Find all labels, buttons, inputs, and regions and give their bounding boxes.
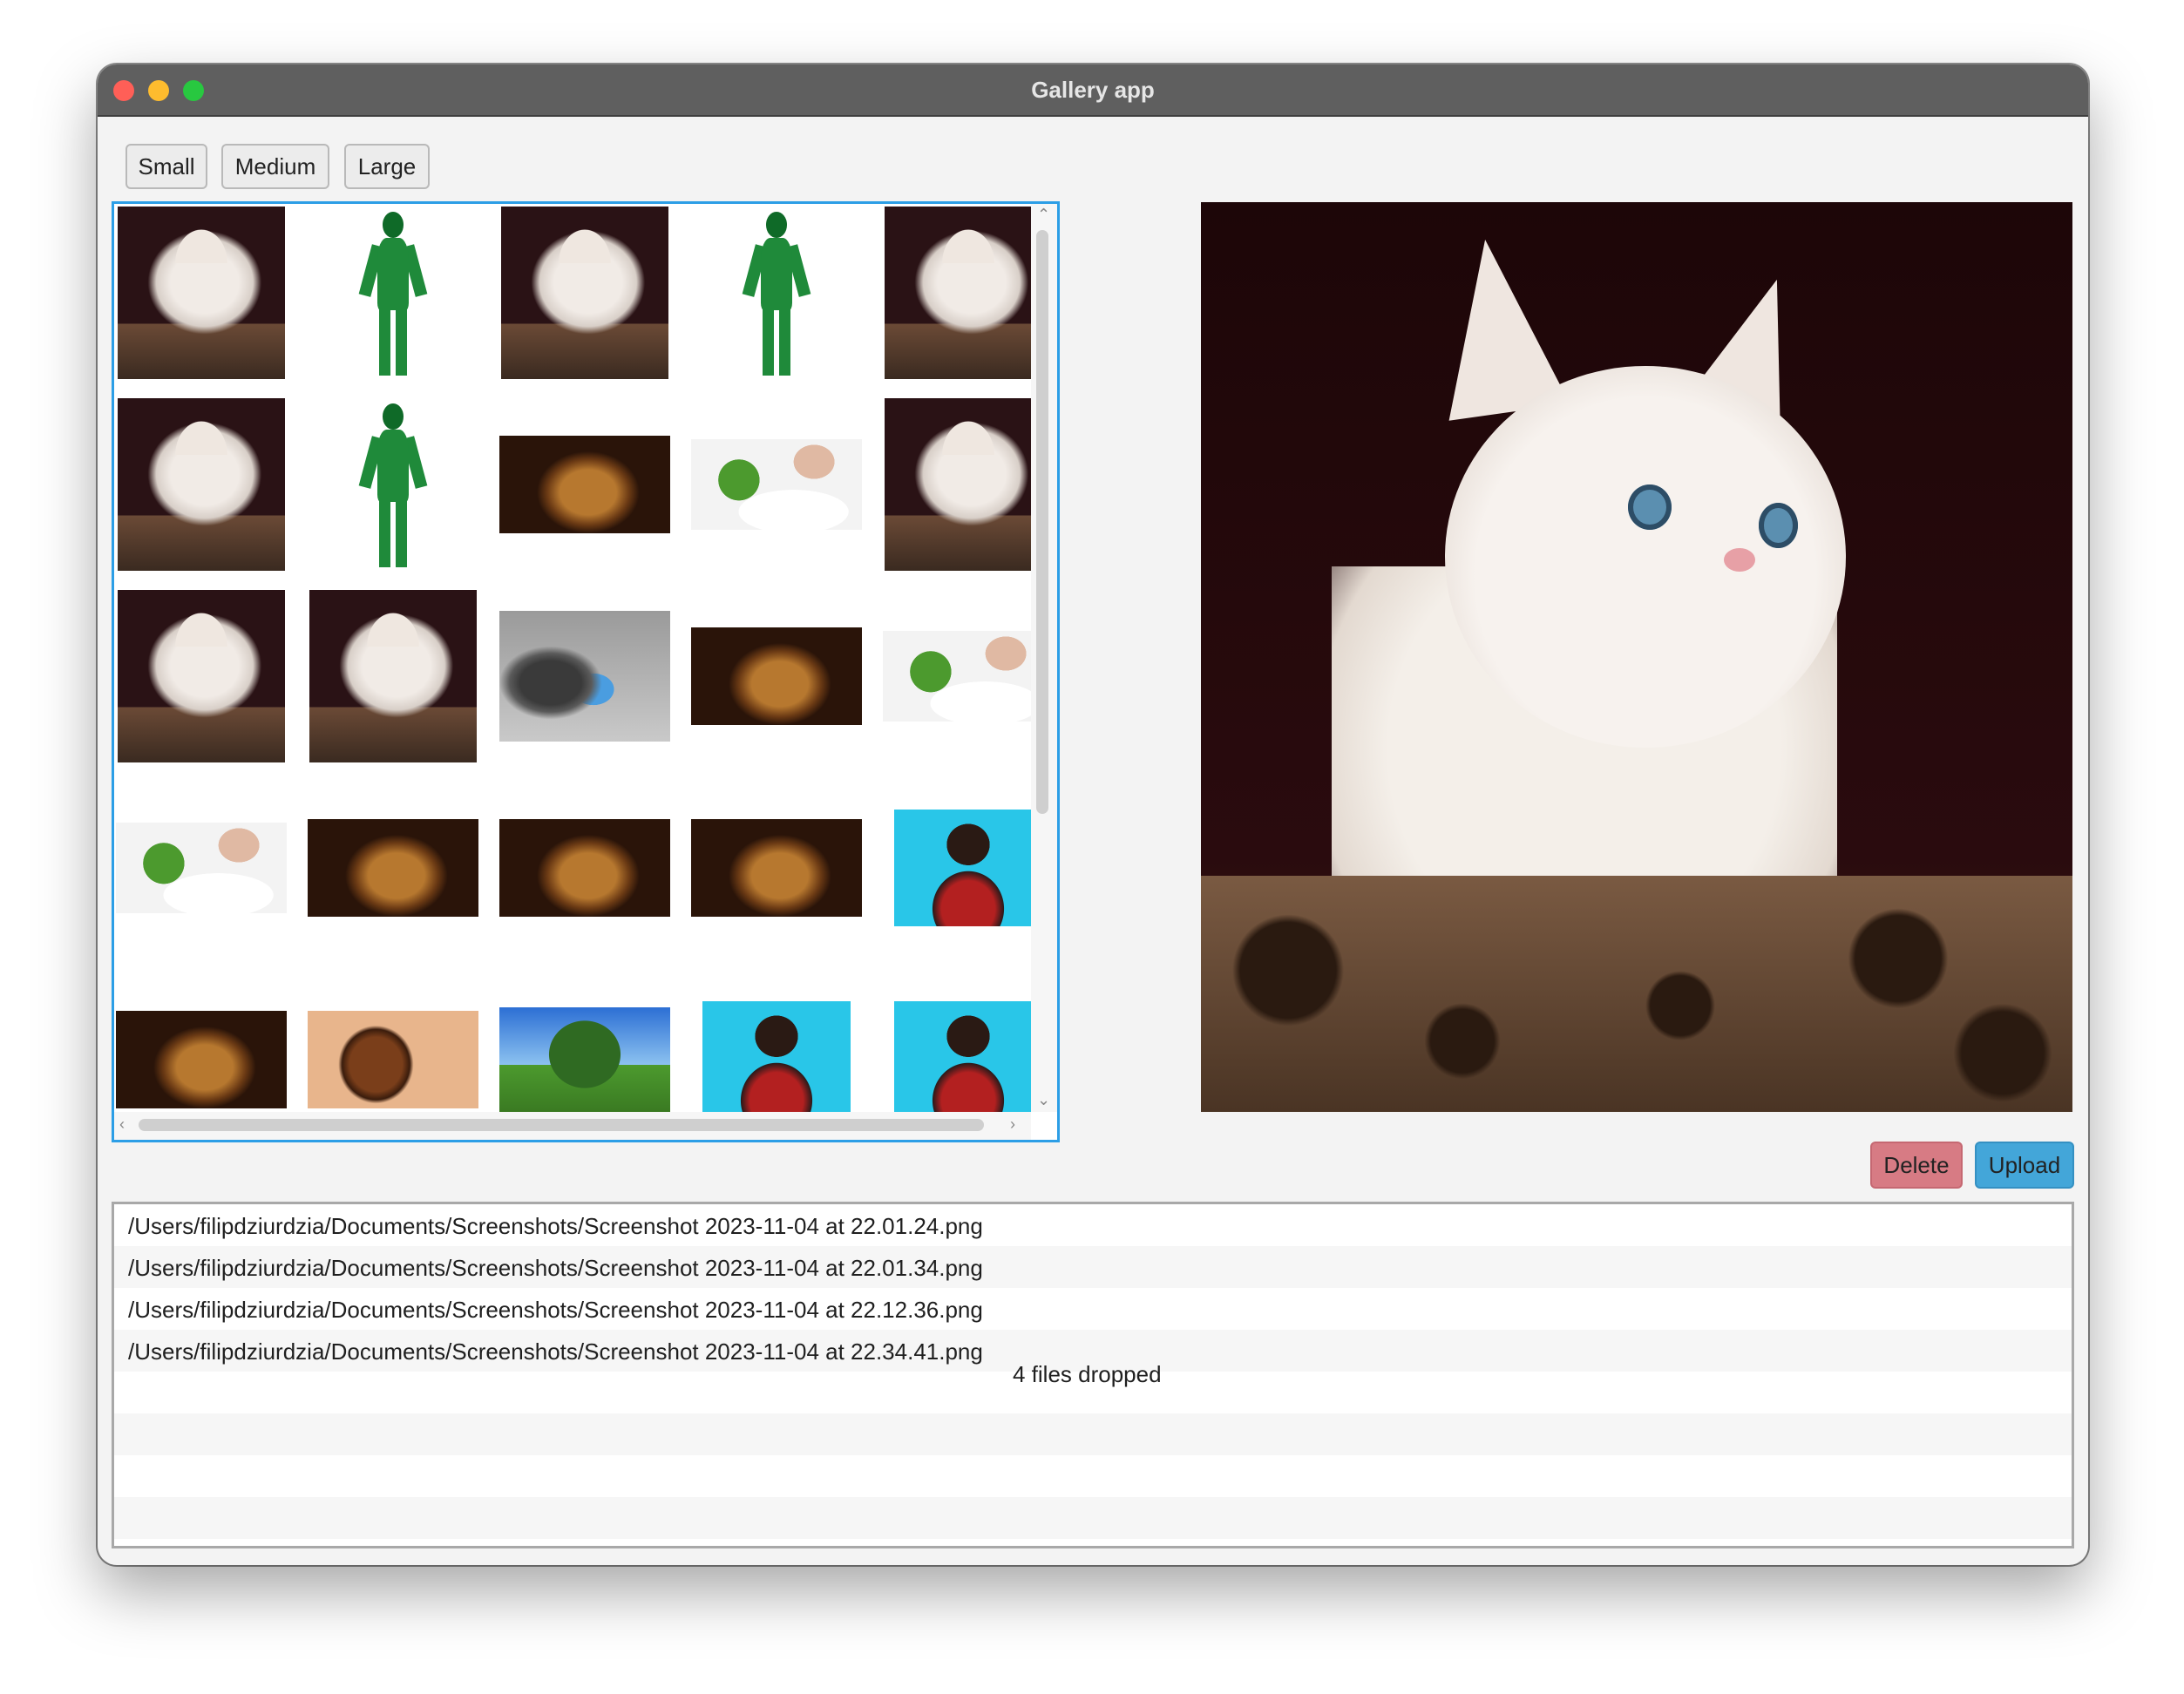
headphones-image bbox=[499, 611, 670, 742]
empty-row bbox=[114, 1455, 2072, 1497]
scroll-down-icon[interactable]: ⌄ bbox=[1037, 1091, 1050, 1109]
hero-head bbox=[383, 403, 404, 430]
kitten-image bbox=[118, 398, 285, 571]
thumbnail-grid bbox=[114, 204, 1031, 1112]
thumbnail-kitten[interactable] bbox=[116, 397, 287, 572]
hero-leg2 bbox=[396, 498, 407, 568]
medium-size-button[interactable]: Medium bbox=[221, 144, 329, 189]
thumbnail-hero[interactable] bbox=[308, 397, 478, 572]
dog-image bbox=[308, 1011, 478, 1108]
kitten-left-eye bbox=[1628, 484, 1672, 530]
hero-body bbox=[377, 237, 409, 310]
thumbnail-headphones[interactable] bbox=[499, 589, 670, 763]
scroll-left-icon[interactable]: ‹ bbox=[119, 1115, 125, 1134]
photographer-image bbox=[894, 810, 1031, 926]
kitten-right-eye bbox=[1759, 502, 1798, 548]
kitten-nose bbox=[1724, 547, 1755, 572]
empty-row bbox=[114, 1497, 2072, 1539]
thumbnail-gallery[interactable]: ⌃ ⌄ ‹ › bbox=[112, 201, 1060, 1142]
hero-image bbox=[349, 207, 437, 379]
melon-image bbox=[691, 439, 862, 530]
melon-image bbox=[883, 631, 1031, 722]
leopard-blanket bbox=[1201, 875, 2072, 1112]
file-path: /Users/filipdziurdzia/Documents/Screensh… bbox=[128, 1297, 983, 1323]
horizontal-scroll-thumb[interactable] bbox=[139, 1119, 984, 1131]
vertical-scrollbar[interactable]: ⌃ ⌄ bbox=[1031, 204, 1057, 1112]
kitten-image bbox=[118, 590, 285, 762]
kitten-image bbox=[885, 207, 1031, 379]
thumbnail-photographer[interactable] bbox=[883, 972, 1031, 1112]
thumbnail-bear[interactable] bbox=[499, 781, 670, 955]
hero-leg1 bbox=[379, 306, 390, 376]
file-path: /Users/filipdziurdzia/Documents/Screensh… bbox=[128, 1213, 983, 1239]
horizontal-scrollbar[interactable]: ‹ › bbox=[114, 1112, 1031, 1140]
thumbnail-photographer[interactable] bbox=[883, 781, 1031, 955]
list-item[interactable]: /Users/filipdziurdzia/Documents/Screensh… bbox=[114, 1204, 2072, 1246]
window-title: Gallery app bbox=[1031, 77, 1155, 103]
thumbnail-melon[interactable] bbox=[116, 781, 287, 955]
hero-head bbox=[766, 211, 787, 238]
large-size-button[interactable]: Large bbox=[344, 144, 430, 189]
thumbnail-melon[interactable] bbox=[883, 589, 1031, 763]
thumbnail-hero[interactable] bbox=[691, 206, 862, 380]
scroll-right-icon[interactable]: › bbox=[1010, 1115, 1015, 1134]
hero-leg2 bbox=[396, 306, 407, 376]
hero-head bbox=[383, 211, 404, 238]
kitten-image bbox=[118, 207, 285, 379]
thumbnail-kitten[interactable] bbox=[308, 589, 478, 763]
photographer-image bbox=[894, 1001, 1031, 1112]
kitten-image bbox=[309, 590, 477, 762]
thumbnail-kitten[interactable] bbox=[499, 206, 670, 380]
thumbnail-dog[interactable] bbox=[308, 972, 478, 1112]
status-label: 4 files dropped bbox=[1013, 1361, 1162, 1387]
hero-body bbox=[377, 429, 409, 502]
scroll-up-icon[interactable]: ⌃ bbox=[1037, 206, 1050, 224]
bear-image bbox=[499, 819, 670, 917]
thumbnail-bear[interactable] bbox=[691, 589, 862, 763]
thumbnail-melon[interactable] bbox=[691, 397, 862, 572]
thumbnail-kitten[interactable] bbox=[116, 589, 287, 763]
upload-button[interactable]: Upload bbox=[1975, 1142, 2074, 1189]
hero-body bbox=[761, 237, 792, 310]
kitten-head bbox=[1445, 365, 1846, 749]
hero-leg1 bbox=[379, 498, 390, 568]
file-path: /Users/filipdziurdzia/Documents/Screensh… bbox=[128, 1338, 983, 1365]
title-bar: Gallery app bbox=[98, 64, 2088, 117]
thumbnail-bear[interactable] bbox=[499, 397, 670, 572]
tree-image bbox=[499, 1007, 670, 1112]
thumbnail-bear[interactable] bbox=[116, 972, 287, 1112]
thumbnail-bear[interactable] bbox=[691, 781, 862, 955]
empty-row bbox=[114, 1413, 2072, 1455]
thumbnail-hero[interactable] bbox=[308, 206, 478, 380]
melon-image bbox=[116, 823, 287, 913]
app-window: Gallery app Small Medium Large ⌃ ⌄ ‹ › D… bbox=[98, 64, 2088, 1565]
photographer-image bbox=[702, 1001, 851, 1112]
hero-image bbox=[733, 207, 820, 379]
thumbnail-kitten[interactable] bbox=[883, 206, 1031, 380]
vertical-scroll-thumb[interactable] bbox=[1036, 230, 1048, 814]
image-preview bbox=[1201, 202, 2072, 1112]
delete-button[interactable]: Delete bbox=[1870, 1142, 1963, 1189]
thumbnail-bear[interactable] bbox=[308, 781, 478, 955]
bear-image bbox=[116, 1011, 287, 1108]
thumbnail-tree[interactable] bbox=[499, 972, 670, 1112]
bear-image bbox=[308, 819, 478, 917]
list-item[interactable]: /Users/filipdziurdzia/Documents/Screensh… bbox=[114, 1246, 2072, 1288]
small-size-button[interactable]: Small bbox=[125, 144, 207, 189]
kitten-image bbox=[501, 207, 668, 379]
hero-image bbox=[349, 398, 437, 571]
thumbnail-kitten[interactable] bbox=[883, 397, 1031, 572]
kitten-image bbox=[885, 398, 1031, 571]
hero-leg2 bbox=[779, 306, 790, 376]
bear-image bbox=[499, 436, 670, 533]
bear-image bbox=[691, 627, 862, 725]
list-item[interactable]: /Users/filipdziurdzia/Documents/Screensh… bbox=[114, 1288, 2072, 1330]
file-path: /Users/filipdziurdzia/Documents/Screensh… bbox=[128, 1255, 983, 1281]
thumbnail-photographer[interactable] bbox=[691, 972, 862, 1112]
thumbnail-kitten[interactable] bbox=[116, 206, 287, 380]
hero-leg1 bbox=[763, 306, 774, 376]
bear-image bbox=[691, 819, 862, 917]
